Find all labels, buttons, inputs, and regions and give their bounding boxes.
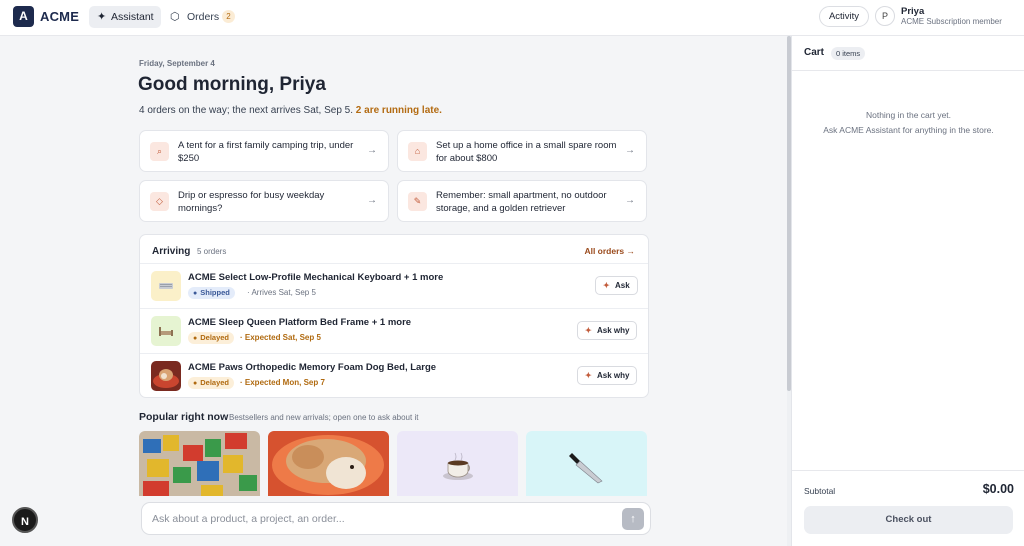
top-bar: A ACME ✦ Assistant ⬡ Orders 2 Activity P… <box>0 0 1024 36</box>
product-card-toy-blocks[interactable] <box>139 431 260 496</box>
status-label: Delayed <box>200 333 230 342</box>
tab-orders[interactable]: ⬡ Orders 2 <box>170 6 242 28</box>
greeting-heading: Good morning, Priya <box>138 74 326 95</box>
status-dot-icon: ● <box>193 335 198 342</box>
prompt-card-remember[interactable]: ✎ Remember: small apartment, no outdoor … <box>397 180 647 222</box>
pencil-icon: ✎ <box>408 192 427 211</box>
cart-count-badge: 0 items <box>831 47 866 60</box>
order-row-bed-frame[interactable]: ACME Sleep Queen Platform Bed Frame + 1 … <box>140 308 648 353</box>
cart-header: Cart 0 items <box>792 36 1024 71</box>
arrow-right-icon: → <box>626 246 636 256</box>
tab-assistant[interactable]: ✦ Assistant <box>89 6 161 28</box>
subtotal-value: $0.00 <box>982 482 1014 496</box>
order-name: ACME Paws Orthopedic Memory Foam Dog Bed… <box>188 362 437 373</box>
ask-button[interactable]: ✦ Ask <box>595 276 638 295</box>
brand-name[interactable]: ACME <box>40 9 79 24</box>
send-button[interactable]: ↑ <box>622 508 644 530</box>
order-row-dog-bed[interactable]: ACME Paws Orthopedic Memory Foam Dog Bed… <box>140 353 648 397</box>
cart-title: Cart <box>804 47 825 58</box>
status-label: Shipped <box>200 288 230 297</box>
order-eta: · Arrives Sat, Sep 5 <box>247 288 316 297</box>
order-summary-text: 4 orders on the way; the next arrives Sa… <box>139 105 354 116</box>
order-eta: · Expected Sat, Sep 5 <box>240 333 321 342</box>
prompt-card-coffee[interactable]: ◇ Drip or espresso for busy weekday morn… <box>139 180 389 222</box>
ask-why-button[interactable]: ✦ Ask why <box>577 321 638 340</box>
tab-assistant-label: Assistant <box>111 11 154 23</box>
late-orders-link[interactable]: 2 are running late. <box>356 105 442 116</box>
subtotal-label: Subtotal <box>804 486 836 496</box>
sparkle-icon: ✦ <box>585 371 592 380</box>
tag-icon: ◇ <box>150 192 169 211</box>
prompt-text: Drip or espresso for busy weekday mornin… <box>178 190 325 214</box>
all-orders-link[interactable]: All orders → <box>584 246 635 256</box>
status-badge: ● Delayed <box>188 377 235 389</box>
prompt-text: Set up a home office in a small spare ro… <box>436 140 617 164</box>
status-badge: ● Delayed <box>188 332 235 344</box>
dog-bed-thumbnail <box>151 361 181 391</box>
current-date: Friday, September 4 <box>139 59 215 68</box>
keyboard-thumbnail <box>151 271 181 301</box>
ask-button-label: Ask <box>615 281 630 290</box>
checkout-button[interactable]: Check out <box>804 506 1013 534</box>
arrow-up-icon: ↑ <box>630 513 636 525</box>
cart-empty-hint: Ask ACME Assistant for anything in the s… <box>823 125 994 135</box>
user-name: Priya <box>901 6 925 17</box>
ask-why-button[interactable]: ✦ Ask why <box>577 366 638 385</box>
order-eta-text: Expected Mon, Sep 7 <box>244 378 325 387</box>
ask-button-label: Ask why <box>597 371 630 380</box>
box-icon: ⬡ <box>170 11 180 23</box>
home-icon: ⌂ <box>408 142 427 161</box>
bed-frame-thumbnail <box>151 316 181 346</box>
prompt-card-home-office[interactable]: ⌂ Set up a home office in a small spare … <box>397 130 647 172</box>
order-summary: 4 orders on the way; the next arrives Sa… <box>139 105 442 116</box>
user-membership: ACME Subscription member <box>901 17 1002 26</box>
all-orders-label: All orders <box>584 246 625 256</box>
order-name: ACME Select Low-Profile Mechanical Keybo… <box>188 272 444 283</box>
order-eta-text: Expected Sat, Sep 5 <box>244 333 321 342</box>
avatar[interactable]: P <box>875 6 895 26</box>
sparkle-icon: ✦ <box>603 281 610 290</box>
arrow-right-icon: → <box>625 145 635 156</box>
arrow-right-icon: → <box>367 195 377 206</box>
order-row-keyboard[interactable]: ACME Select Low-Profile Mechanical Keybo… <box>140 263 648 308</box>
arrow-right-icon: → <box>625 195 635 206</box>
arriving-count: 5 orders <box>197 247 227 256</box>
sparkle-icon: ✦ <box>585 326 592 335</box>
cart-panel: Cart 0 items Nothing in the cart yet. As… <box>791 36 1024 546</box>
tab-orders-label: Orders <box>187 11 220 23</box>
activity-button[interactable]: Activity <box>819 6 869 27</box>
prompt-text: Remember: small apartment, no outdoor st… <box>436 190 607 214</box>
sparkle-icon: ✦ <box>97 11 107 23</box>
arriving-orders-card: Arriving 5 orders All orders → ACME Sele… <box>139 234 649 398</box>
cart-footer: Subtotal $0.00 Check out <box>792 470 1024 546</box>
order-name: ACME Sleep Queen Platform Bed Frame + 1 … <box>188 317 412 328</box>
orders-count-badge: 2 <box>222 10 235 23</box>
arriving-title: Arriving <box>152 246 191 257</box>
cart-empty-message: Nothing in the cart yet. <box>865 110 952 120</box>
popular-title: Popular right now <box>139 411 229 423</box>
product-card-dog-bed[interactable] <box>268 431 389 496</box>
product-card-coffee-cup[interactable] <box>397 431 518 496</box>
arrow-right-icon: → <box>367 145 377 156</box>
status-dot-icon: ● <box>193 290 198 297</box>
popular-subtitle: Bestsellers and new arrivals; open one t… <box>229 413 419 422</box>
n-badge-icon[interactable]: N <box>12 507 38 533</box>
main-panel: Friday, September 4 Good morning, Priya … <box>0 36 787 546</box>
ask-input-box[interactable]: ↑ <box>141 502 651 535</box>
ask-input[interactable] <box>152 511 612 527</box>
status-dot-icon: ● <box>193 380 198 387</box>
order-eta: · Expected Mon, Sep 7 <box>240 378 325 387</box>
ask-button-label: Ask why <box>597 326 630 335</box>
logo-icon[interactable]: A <box>13 6 34 27</box>
prompt-card-tent[interactable]: ⌕ A tent for a first family camping trip… <box>139 130 389 172</box>
status-label: Delayed <box>200 378 230 387</box>
order-eta-text: Arrives Sat, Sep 5 <box>251 288 316 297</box>
prompt-text: A tent for a first family camping trip, … <box>178 140 354 164</box>
status-badge: ● Shipped <box>188 287 235 299</box>
search-icon: ⌕ <box>150 142 169 161</box>
product-card-knife[interactable] <box>526 431 647 496</box>
